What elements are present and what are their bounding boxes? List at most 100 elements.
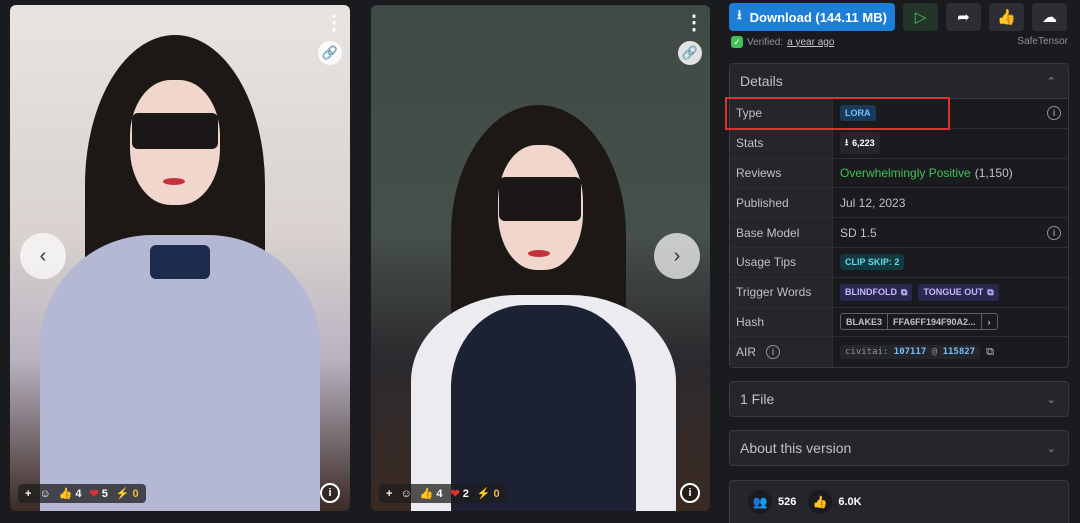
heart-reaction[interactable]: ❤ 5 bbox=[87, 487, 111, 501]
smile-icon[interactable]: ☺ bbox=[397, 488, 414, 500]
add-reaction-button[interactable]: + bbox=[383, 488, 395, 500]
cloud-icon: ☁ bbox=[1042, 9, 1057, 26]
like-reaction[interactable]: 👍 4 bbox=[417, 487, 446, 501]
like-reaction[interactable]: 👍 4 bbox=[56, 487, 85, 501]
about-accordion-label: About this version bbox=[740, 440, 852, 456]
image-bow-tie bbox=[150, 245, 210, 279]
users-icon: 👥 bbox=[748, 490, 772, 514]
verified-label: Verified: bbox=[747, 36, 784, 48]
air-identifier: civitai: 107117 @ 115827 bbox=[840, 345, 981, 360]
files-accordion[interactable]: 1 File ⌄ bbox=[729, 381, 1069, 417]
likes-count: 6.0K bbox=[838, 496, 862, 508]
files-accordion-label: 1 File bbox=[740, 391, 775, 407]
detail-row-usage-tips: Usage Tips CLIP SKIP: 2 bbox=[730, 247, 1068, 278]
heart-reaction[interactable]: ❤ 2 bbox=[448, 487, 472, 501]
buzz-reaction[interactable]: ⚡ 0 bbox=[474, 487, 503, 501]
likes-stat[interactable]: 👍 6.0K bbox=[808, 490, 862, 514]
link-icon[interactable]: 🔗 bbox=[678, 41, 702, 65]
copy-icon[interactable]: ⧉ bbox=[986, 346, 994, 359]
model-action-bar: ⭳ Download (144.11 MB) ▷ ➦ 👍 ☁ bbox=[729, 3, 1080, 31]
row-label: Reviews bbox=[730, 158, 833, 188]
detail-row-air: AIR i civitai: 107117 @ 115827 ⧉ bbox=[730, 337, 1068, 368]
carousel-prev-button[interactable]: ‹ bbox=[20, 233, 66, 279]
followers-stat[interactable]: 👥 526 bbox=[748, 490, 796, 514]
info-icon[interactable]: i bbox=[680, 483, 700, 503]
row-label: Hash bbox=[730, 307, 833, 337]
add-reaction-button[interactable]: + bbox=[22, 488, 34, 500]
verified-date-link[interactable]: a year ago bbox=[787, 37, 834, 48]
type-highlight-box bbox=[725, 97, 950, 130]
downloads-badge: ⭳ 6,223 bbox=[840, 132, 880, 155]
detail-row-stats: Stats ⭳ 6,223 bbox=[730, 128, 1068, 159]
row-label: Trigger Words bbox=[730, 277, 833, 307]
carousel-next-button[interactable]: › bbox=[654, 233, 700, 279]
bolt-count: 0 bbox=[493, 487, 500, 500]
buzz-reaction[interactable]: ⚡ 0 bbox=[113, 487, 142, 501]
run-button[interactable]: ▷ bbox=[903, 3, 938, 31]
trigger-word-chip[interactable]: BLINDFOLD ⧉ bbox=[840, 283, 913, 301]
more-menu-icon[interactable]: ⋮ bbox=[324, 13, 344, 33]
detail-row-reviews: Reviews Overwhelmingly Positive (1,150) bbox=[730, 158, 1068, 189]
info-icon[interactable]: i bbox=[766, 345, 781, 360]
review-sentiment-link[interactable]: Overwhelmingly Positive bbox=[840, 166, 971, 180]
download-button[interactable]: ⭳ Download (144.11 MB) bbox=[729, 3, 895, 31]
followers-count: 526 bbox=[778, 496, 797, 508]
bolt-icon: ⚡ bbox=[115, 488, 130, 500]
detail-row-trigger-words: Trigger Words BLINDFOLD ⧉ TONGUE OUT ⧉ bbox=[730, 277, 1068, 308]
heart-count: 5 bbox=[101, 487, 108, 500]
bolt-icon: ⚡ bbox=[476, 488, 491, 500]
like-count: 4 bbox=[436, 487, 443, 500]
image-blindfold bbox=[499, 177, 581, 221]
trigger-word-chip[interactable]: TONGUE OUT ⧉ bbox=[918, 283, 999, 301]
air-label: AIR bbox=[736, 345, 757, 360]
copy-icon: ⧉ bbox=[987, 286, 994, 297]
share-icon: ➦ bbox=[957, 9, 970, 26]
thumbs-up-icon: 👍 bbox=[419, 488, 434, 500]
chevron-right-icon[interactable]: › bbox=[980, 314, 997, 330]
creator-stats: 👥 526 👍 6.0K bbox=[729, 480, 1069, 523]
share-button[interactable]: ➦ bbox=[946, 3, 981, 31]
cloud-save-button[interactable]: ☁ bbox=[1032, 3, 1067, 31]
chevron-up-icon: ⌃ bbox=[1046, 75, 1056, 88]
trigger-word: TONGUE OUT bbox=[923, 287, 984, 298]
hash-value: FFA6FF194F90A2... bbox=[893, 316, 976, 327]
reaction-bar: + ☺ 👍 4 ❤ 2 ⚡ 0 bbox=[379, 484, 507, 503]
clip-skip-badge: CLIP SKIP: 2 bbox=[840, 254, 905, 271]
heart-icon: ❤ bbox=[450, 488, 460, 500]
trigger-word: BLINDFOLD bbox=[845, 287, 897, 298]
info-icon[interactable]: i bbox=[320, 483, 340, 503]
detail-row-base-model: Base Model SD 1.5 i bbox=[730, 218, 1068, 248]
bolt-count: 0 bbox=[132, 487, 139, 500]
reaction-bar: + ☺ 👍 4 ❤ 5 ⚡ 0 bbox=[18, 484, 146, 503]
info-icon[interactable]: i bbox=[1047, 225, 1061, 240]
details-header[interactable]: Details ⌃ bbox=[730, 64, 1068, 99]
row-label: Usage Tips bbox=[730, 247, 833, 277]
image-vest bbox=[451, 305, 636, 511]
details-title: Details bbox=[740, 73, 783, 89]
heart-icon: ❤ bbox=[89, 488, 99, 500]
info-icon[interactable]: i bbox=[1047, 106, 1061, 121]
detail-row-published: Published Jul 12, 2023 bbox=[730, 188, 1068, 219]
air-prefix: civitai: bbox=[845, 347, 889, 358]
row-label: Stats bbox=[730, 128, 833, 158]
chevron-down-icon: ⌄ bbox=[1046, 393, 1056, 406]
more-menu-icon[interactable]: ⋮ bbox=[684, 13, 704, 33]
about-version-accordion[interactable]: About this version ⌄ bbox=[729, 430, 1069, 466]
image-lips bbox=[528, 250, 550, 257]
copy-icon: ⧉ bbox=[901, 286, 908, 297]
like-button[interactable]: 👍 bbox=[989, 3, 1024, 31]
base-model-value: SD 1.5 bbox=[840, 225, 877, 240]
link-icon[interactable]: 🔗 bbox=[318, 41, 342, 65]
thumbs-up-icon: 👍 bbox=[58, 488, 73, 500]
image-lips bbox=[163, 178, 185, 185]
review-count: (1,150) bbox=[974, 165, 1013, 180]
play-icon: ▷ bbox=[914, 9, 927, 26]
thumbs-up-icon: 👍 bbox=[997, 9, 1016, 26]
smile-icon[interactable]: ☺ bbox=[36, 488, 53, 500]
thumbs-up-icon: 👍 bbox=[808, 490, 833, 514]
row-label: Base Model bbox=[730, 218, 833, 247]
published-date: Jul 12, 2023 bbox=[840, 195, 906, 210]
hash-field[interactable]: BLAKE3 FFA6FF194F90A2... › bbox=[840, 313, 998, 331]
row-label: AIR i bbox=[730, 337, 833, 368]
hash-algorithm-select[interactable]: BLAKE3 bbox=[841, 314, 889, 330]
